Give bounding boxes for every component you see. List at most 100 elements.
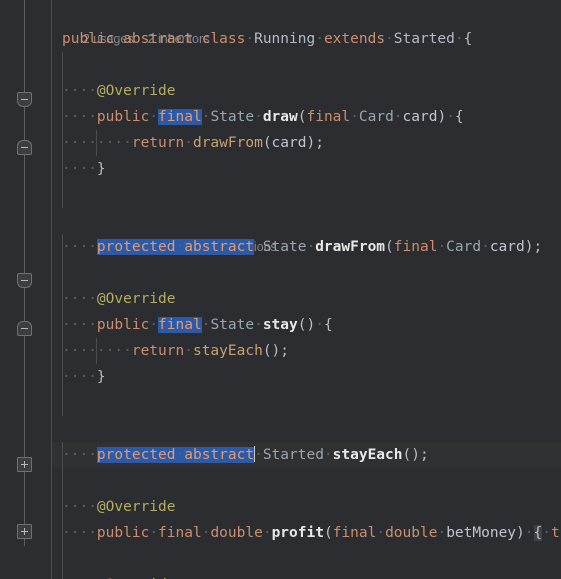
- gutter-separator: [51, 0, 52, 579]
- code-line-drawfrom-abstract[interactable]: ····protected·abstract·State·drawFrom(fi…: [52, 234, 561, 260]
- token-paren-open: (: [402, 447, 412, 463]
- code-line-stayeach-abstract[interactable]: ····protected·abstract·Started·stayEach(…: [52, 442, 561, 468]
- token-superclass-started: Started: [393, 31, 455, 47]
- code-line-annotation-override[interactable]: ····@Override: [52, 494, 561, 520]
- token-double: double: [385, 525, 438, 541]
- fold-marker-collapse-draw[interactable]: [17, 92, 32, 107]
- token-paren-open: (: [385, 239, 394, 255]
- token-paren-close: ): [306, 135, 316, 151]
- code-line-blank[interactable]: [52, 182, 561, 208]
- token-public: public: [96, 109, 150, 125]
- token-param-betmoney: betMoney: [446, 525, 517, 541]
- token-param-card: card: [489, 239, 525, 255]
- token-public: public: [96, 317, 150, 333]
- selection-protected-abstract-stayeach[interactable]: protected·abstract: [96, 447, 255, 463]
- token-call-drawfrom: drawFrom: [192, 135, 263, 151]
- code-line-annotation-override[interactable]: ····@Override: [52, 572, 561, 579]
- fold-minus-icon: [17, 273, 32, 288]
- token-extends: extends: [323, 31, 386, 47]
- token-paren-close: ): [411, 447, 420, 463]
- token-method-stayeach: stayEach: [332, 447, 403, 463]
- token-paren-open: (: [323, 525, 333, 541]
- fold-marker-collapse-stay[interactable]: [17, 273, 32, 288]
- token-paren-open: (: [262, 343, 272, 359]
- token-semicolon: ;: [315, 135, 324, 151]
- code-line-blank[interactable]: [52, 260, 561, 286]
- code-line-draw-signature[interactable]: ····public·final·State·draw(final·Card·c…: [52, 104, 561, 130]
- fold-minus-icon: [17, 92, 32, 107]
- token-brace-close: }: [96, 369, 106, 385]
- token-final: final: [393, 239, 438, 255]
- vcs-marker-modified-dot[interactable]: [0, 390, 4, 395]
- token-class-name-running: Running: [254, 31, 316, 47]
- inlay-hint-drawfrom[interactable]: 1 usage2 implementations: [52, 208, 561, 254]
- token-brace-open: {: [463, 31, 473, 47]
- token-semicolon: ;: [419, 447, 429, 463]
- token-final: final: [158, 525, 202, 541]
- code-line-annotation-override[interactable]: ····@Override: [52, 78, 561, 104]
- fold-marker-collapse-stay-end[interactable]: [17, 321, 32, 336]
- selection-final-stay[interactable]: final: [158, 317, 202, 333]
- code-line-return-drawfrom[interactable]: ········return·drawFrom(card);: [52, 130, 561, 156]
- token-double: double: [210, 525, 263, 541]
- vcs-change-strip[interactable]: [0, 0, 6, 579]
- code-line-profit-folded[interactable]: ····public·final·double·profit(final·dou…: [52, 520, 561, 546]
- fold-marker-collapse-draw-end[interactable]: [17, 140, 32, 155]
- vcs-marker-modified-dot[interactable]: [0, 210, 4, 215]
- token-throw: throw: [550, 525, 561, 541]
- token-brace-open: {: [454, 109, 464, 125]
- selection-final-draw[interactable]: final: [158, 109, 202, 125]
- token-return: return: [131, 343, 185, 359]
- code-line-stay-signature[interactable]: ····public·final·State·stay()·{: [52, 312, 561, 338]
- code-line-stay-close[interactable]: ····}: [52, 364, 561, 390]
- token-arg-card: card: [271, 135, 307, 151]
- fold-plus-icon: [17, 524, 32, 539]
- fold-minus-icon: [17, 140, 32, 155]
- token-override-annotation: @Override: [96, 499, 176, 515]
- token-return-type-state: State: [210, 109, 255, 125]
- token-return-type-state: State: [210, 317, 255, 333]
- token-paren-close: ): [516, 525, 525, 541]
- token-public: public: [62, 31, 115, 47]
- token-abstract: abstract: [123, 31, 193, 47]
- token-paren-close: ): [306, 317, 316, 333]
- fold-marker-expand-isfinished[interactable]: [17, 524, 32, 539]
- token-method-drawfrom: drawFrom: [315, 239, 386, 255]
- token-public: public: [96, 525, 150, 541]
- selection-protected-abstract-drawfrom[interactable]: protected·abstract: [96, 239, 255, 255]
- token-return-type-started: Started: [262, 447, 324, 463]
- token-brace-close: }: [96, 161, 106, 177]
- token-method-stay: stay: [262, 317, 298, 333]
- token-call-stayeach: stayEach: [192, 343, 263, 359]
- code-content[interactable]: 2 usages 2 inheritors public·abstract·cla…: [52, 0, 561, 579]
- inlay-hint-stayeach[interactable]: 1 usage2 implementations: [52, 416, 561, 462]
- fold-marker-expand-profit[interactable]: [17, 457, 32, 472]
- fold-minus-icon: [17, 321, 32, 336]
- code-line-blank[interactable]: [52, 52, 561, 78]
- code-line-return-stayeach[interactable]: ········return·stayEach();: [52, 338, 561, 364]
- code-line-blank[interactable]: [52, 468, 561, 494]
- code-line-draw-close[interactable]: ····}: [52, 156, 561, 182]
- vcs-marker-modified[interactable]: [0, 26, 4, 52]
- code-editor[interactable]: 2 usages 2 inheritors public·abstract·cla…: [0, 0, 561, 579]
- token-return-type-state: State: [262, 239, 307, 255]
- token-semicolon: ;: [533, 239, 543, 255]
- token-method-draw: draw: [262, 109, 298, 125]
- token-final: final: [306, 109, 351, 125]
- token-paren-close: ): [271, 343, 281, 359]
- editor-gutter: [0, 0, 52, 579]
- token-brace-open: {: [323, 317, 333, 333]
- token-param-type-card: Card: [446, 239, 482, 255]
- code-line-blank[interactable]: [52, 546, 561, 572]
- token-final: final: [332, 525, 377, 541]
- code-line-class-declaration[interactable]: public·abstract·class·Running·extends·St…: [52, 26, 561, 52]
- token-method-profit: profit: [271, 525, 324, 541]
- inlay-hint-class[interactable]: 2 usages 2 inheritors: [52, 0, 561, 46]
- token-return: return: [131, 135, 185, 151]
- token-paren-open: (: [262, 135, 272, 151]
- fold-plus-icon: [17, 457, 32, 472]
- code-line-blank[interactable]: [52, 390, 561, 416]
- token-override-annotation: @Override: [96, 291, 176, 307]
- code-line-annotation-override[interactable]: ····@Override: [52, 286, 561, 312]
- token-brace-open-highlighted: {: [533, 525, 543, 541]
